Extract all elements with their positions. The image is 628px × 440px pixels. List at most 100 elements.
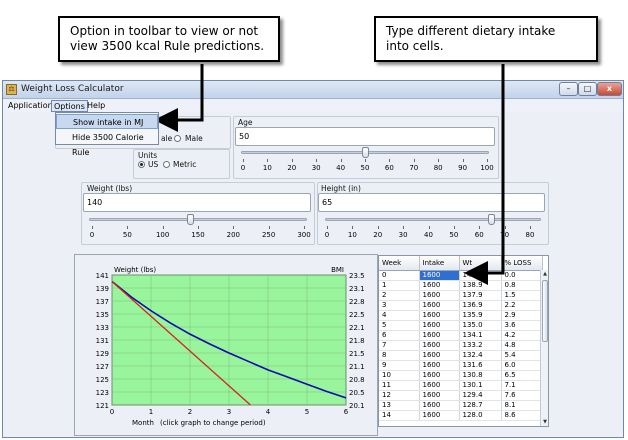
intake-cell[interactable]: 1600	[419, 340, 460, 351]
table-cell: 4.8	[501, 340, 543, 351]
table-cell: 3	[379, 300, 420, 311]
y-tick-label: 139	[96, 285, 109, 293]
intake-cell[interactable]: 1600	[419, 310, 460, 321]
weight-chart[interactable]: 0 1 2 3 4 5 6141 23.5139 23.1137 22.8135 22.5133 22…	[75, 255, 377, 435]
table-cell: 6.0	[501, 360, 543, 371]
weight-slider-track[interactable]	[89, 218, 307, 221]
maximize-button[interactable]: □	[578, 82, 597, 96]
table-cell: 132.4	[459, 350, 502, 361]
metric-radio[interactable]	[163, 161, 170, 168]
table-cell: 0	[379, 270, 420, 281]
bmi-tick-label: 22.1	[349, 324, 365, 332]
table-row: 6 1600 134.1 4.2	[379, 330, 543, 341]
x-tick-label: 0	[110, 408, 114, 416]
height-input[interactable]: 65	[318, 193, 545, 212]
x-tick-label: 5	[305, 408, 309, 416]
table-row: 14 1600 128.0 8.6	[379, 410, 543, 421]
close-button[interactable]: x	[597, 82, 622, 96]
table-cell: 140	[459, 270, 502, 281]
intake-cell[interactable]: 1600	[419, 270, 460, 281]
age-tick-mark	[267, 159, 269, 162]
y-tick-label: 131	[96, 337, 109, 345]
table-cell: 135.0	[459, 320, 502, 331]
menu-show-intake-mj[interactable]: Show intake in MJ	[56, 114, 158, 129]
app-icon: ⚖	[6, 84, 17, 95]
table-row: 8 1600 132.4 5.4	[379, 350, 543, 361]
height-slider-thumb[interactable]	[488, 214, 496, 225]
bmi-tick-label: 21.5	[349, 350, 365, 358]
weight-tick-mark	[198, 226, 199, 229]
weight-chart-panel[interactable]: 0 1 2 3 4 5 6 141 23.5 139 23.1 137 22.8 135 22.5 133 22…	[74, 254, 378, 436]
table-row: 7 1600 133.2 4.8	[379, 340, 543, 351]
intake-cell[interactable]: 1600	[419, 330, 460, 341]
table-scrollbar[interactable]: ▲ ▼	[540, 270, 548, 426]
intake-cell[interactable]: 1600	[419, 360, 460, 371]
male-radio[interactable]	[174, 135, 181, 142]
age-tick-mark	[316, 159, 318, 162]
intake-cell[interactable]: 1600	[419, 400, 460, 411]
column-header[interactable]: Week	[379, 256, 420, 271]
height-slider-track[interactable]	[325, 218, 541, 221]
metric-label: Metric	[173, 160, 197, 169]
table-row: 2 1600 137.9 1.5	[379, 290, 543, 301]
table-cell: 5	[379, 320, 420, 331]
scroll-down-arrow-icon[interactable]: ▼	[541, 418, 548, 426]
intake-cell[interactable]: 1600	[419, 280, 460, 291]
table-cell: 138.9	[459, 280, 502, 291]
weight-tick-mark	[233, 226, 235, 229]
table-row: 0 1600 140 0.0	[379, 270, 543, 281]
window-title: Weight Loss Calculator	[21, 84, 124, 94]
weight-label: Weight (lbs)	[87, 184, 133, 193]
menu-help[interactable]: Help	[85, 100, 107, 112]
height-tick-mark	[479, 226, 481, 229]
height-tick-label: 60	[474, 231, 484, 239]
x-tick-label: 4	[266, 408, 271, 416]
table-cell: 7.1	[501, 380, 543, 391]
age-input[interactable]: 50	[235, 127, 495, 146]
menu-application[interactable]: Application	[6, 100, 55, 112]
age-slider-thumb[interactable]	[361, 147, 369, 158]
scroll-up-arrow-icon[interactable]: ▲	[541, 270, 548, 278]
options-dropdown: Show intake in MJ Hide 3500 Calorie Rule	[55, 112, 159, 157]
table-cell: 8.1	[501, 400, 543, 411]
table-cell: 13	[379, 400, 420, 411]
intake-cell[interactable]: 1600	[419, 300, 460, 311]
bmi-tick-label: 21.8	[349, 337, 365, 345]
scroll-thumb[interactable]	[542, 280, 548, 342]
us-radio[interactable]	[138, 161, 145, 168]
minimize-button[interactable]: –	[559, 82, 578, 96]
column-header[interactable]: Intake	[419, 256, 460, 271]
weekly-table: Week Intake Wt% LOSS 0 1600 140 0.0 1 1600 138.9…	[378, 255, 549, 427]
age-tick-label: 20	[287, 164, 297, 172]
age-tick-mark	[340, 159, 342, 162]
age-tick-label: 90	[458, 164, 468, 172]
intake-cell[interactable]: 1600	[419, 350, 460, 361]
column-header[interactable]: % LOSS	[501, 256, 543, 271]
height-tick-mark	[403, 226, 405, 229]
height-tick-mark	[428, 226, 430, 229]
table-cell: 8.6	[501, 410, 543, 421]
column-header[interactable]: Wt	[459, 256, 502, 271]
bmi-tick-label: 23.1	[349, 285, 365, 293]
us-label: US	[148, 160, 159, 169]
weight-input[interactable]: 140	[83, 193, 311, 212]
intake-cell[interactable]: 1600	[419, 390, 460, 401]
table-cell: 5.4	[501, 350, 543, 361]
table-cell: 4.2	[501, 330, 543, 341]
intake-cell[interactable]: 1600	[419, 380, 460, 391]
weight-tick-label: 150	[191, 231, 205, 239]
age-tick-label: 50	[360, 164, 370, 172]
age-tick-mark	[365, 159, 366, 162]
weight-slider-thumb[interactable]	[187, 214, 195, 225]
menu-options[interactable]: Options	[51, 100, 88, 112]
age-tick-mark	[462, 159, 464, 162]
intake-cell[interactable]: 1600	[419, 410, 460, 421]
menu-hide-3500-rule[interactable]: Hide 3500 Calorie Rule	[56, 130, 158, 157]
age-tick-mark	[413, 159, 415, 162]
intake-cell[interactable]: 1600	[419, 320, 460, 331]
bmi-tick-label: 23.5	[349, 272, 365, 280]
age-tick-label: 40	[336, 164, 346, 172]
intake-cell[interactable]: 1600	[419, 290, 460, 301]
weight-tick-label: 300	[297, 231, 311, 239]
intake-cell[interactable]: 1600	[419, 370, 460, 381]
